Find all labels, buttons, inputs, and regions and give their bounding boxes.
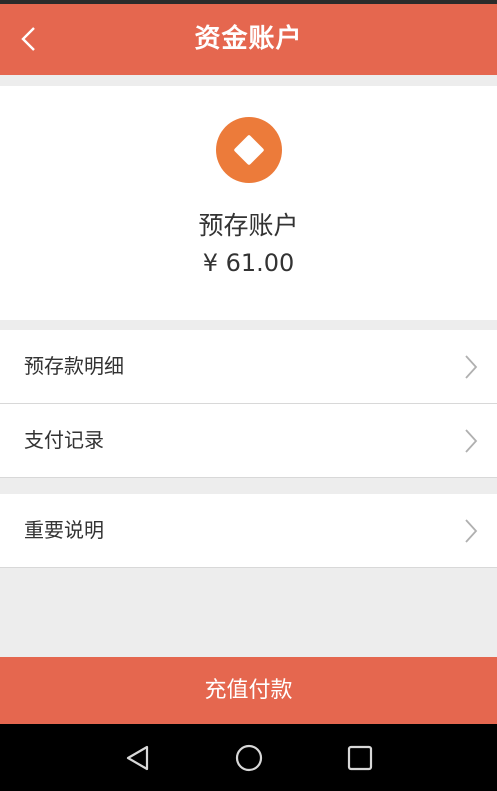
menu-item-label: 预存款明细	[24, 354, 124, 378]
chevron-right-icon	[465, 519, 478, 543]
menu-item-label: 支付记录	[24, 428, 104, 452]
app-header: 资金账户	[0, 4, 497, 75]
page-title: 资金账户	[194, 24, 303, 54]
menu-item-label: 重要说明	[24, 518, 104, 542]
menu-item-important-notes[interactable]: 重要说明	[0, 494, 497, 568]
info-menu: 重要说明	[0, 494, 497, 568]
recharge-button[interactable]: 充值付款	[0, 657, 497, 724]
menu-item-payment-records[interactable]: 支付记录	[0, 404, 497, 478]
nav-home-button[interactable]	[233, 742, 265, 774]
square-recents-icon	[347, 745, 373, 771]
nav-back-button[interactable]	[122, 742, 154, 774]
nav-recents-button[interactable]	[344, 742, 376, 774]
account-card: 预存账户 ¥ 61.00	[0, 86, 497, 320]
triangle-back-icon	[126, 745, 149, 771]
chevron-right-icon	[465, 355, 478, 379]
diamond-coin-icon	[216, 117, 282, 183]
system-nav-bar	[0, 724, 497, 791]
circle-home-icon	[235, 744, 263, 772]
account-menu: 预存款明细 支付记录	[0, 330, 497, 478]
chevron-right-icon	[465, 429, 478, 453]
account-name: 预存账户	[198, 211, 299, 240]
menu-item-deposit-details[interactable]: 预存款明细	[0, 330, 497, 404]
account-balance: ¥ 61.00	[202, 249, 295, 277]
